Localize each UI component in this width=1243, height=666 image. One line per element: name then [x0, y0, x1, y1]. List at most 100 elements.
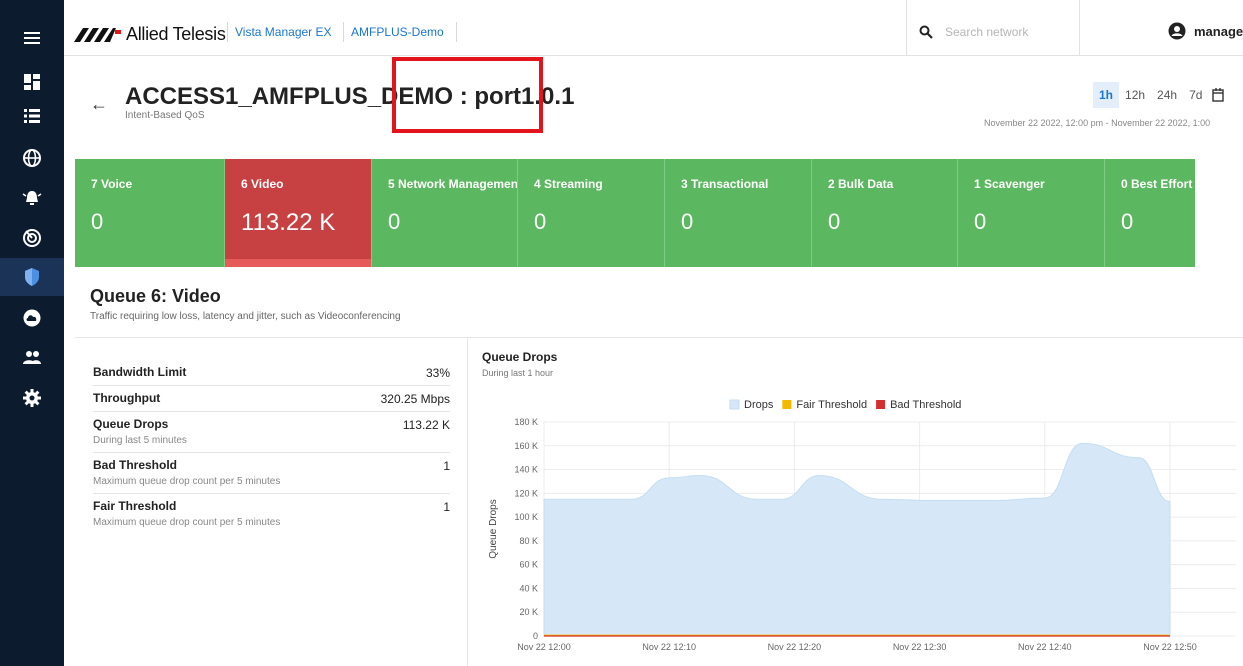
user-name: manager	[1194, 23, 1243, 39]
queue-name: 5 Network Management	[388, 177, 518, 191]
user-menu[interactable]: manager	[1168, 22, 1243, 40]
search-icon	[919, 25, 933, 39]
stat-queue-drops: Queue Drops During last 5 minutes 113.22…	[93, 412, 450, 453]
cloud-icon[interactable]	[20, 306, 44, 330]
users-icon[interactable]	[20, 346, 44, 370]
gear-icon[interactable]	[20, 386, 44, 410]
legend-label: Drops	[744, 399, 774, 411]
x-tick-label: Nov 22 12:50	[1143, 642, 1197, 652]
y-tick-label: 140 K	[514, 465, 538, 475]
time-range-selector: 1h 12h 24h 7d	[1093, 82, 1228, 108]
queue-tile-network-management[interactable]: 5 Network Management 0	[372, 159, 518, 267]
y-tick-label: 40 K	[519, 583, 538, 593]
divider	[456, 22, 457, 42]
queue-name: 7 Voice	[91, 177, 133, 191]
search-input[interactable]	[945, 25, 1095, 39]
search-box[interactable]	[919, 18, 1119, 46]
sidebar	[0, 0, 64, 666]
y-tick-label: 60 K	[519, 560, 538, 570]
x-tick-label: Nov 22 12:10	[642, 642, 696, 652]
list-icon[interactable]	[20, 104, 44, 128]
queue-section-title: Queue 6: Video	[90, 286, 221, 306]
time-range-12h[interactable]: 12h	[1119, 82, 1151, 108]
legend-swatch	[782, 400, 792, 409]
date-range-label: November 22 2022, 12:00 pm - November 22…	[984, 118, 1211, 128]
time-range-7d[interactable]: 7d	[1183, 82, 1208, 108]
stat-bad-threshold: Bad Threshold Maximum queue drop count p…	[93, 453, 450, 494]
allied-telesis-logo[interactable]: Allied Telesis	[74, 24, 226, 45]
queue-value: 113.22 K	[241, 209, 336, 236]
divider	[906, 0, 907, 56]
breadcrumb-network[interactable]: AMFPLUS-Demo	[351, 25, 444, 39]
divider	[1079, 0, 1080, 56]
legend-swatch	[876, 400, 886, 409]
stat-label: Queue Drops	[93, 417, 169, 431]
stat-label: Bandwidth Limit	[93, 365, 187, 379]
queue-tile-voice[interactable]: 7 Voice 0	[75, 159, 225, 267]
page-subtitle: Intent-Based QoS	[125, 110, 205, 121]
allied-telesis-logo-mark	[74, 27, 121, 42]
y-tick-label: 20 K	[519, 607, 538, 617]
queue-value: 0	[388, 209, 401, 234]
queue-value: 0	[534, 209, 547, 234]
stat-bandwidth-limit: Bandwidth Limit 33%	[93, 360, 450, 386]
divider	[467, 338, 468, 666]
series-drops-area	[543, 442, 1171, 637]
alarm-icon[interactable]	[20, 186, 44, 210]
queue-tile-best-effort[interactable]: 0 Best Effort 0	[1105, 159, 1195, 267]
chart-subtitle: During last 1 hour	[482, 368, 554, 378]
chart-title: Queue Drops	[482, 350, 558, 364]
y-tick-label: 80 K	[519, 536, 538, 546]
stat-sublabel: Maximum queue drop count per 5 minutes	[93, 517, 281, 528]
queue-tile-bulk-data[interactable]: 2 Bulk Data 0	[812, 159, 958, 267]
calendar-icon[interactable]	[1208, 82, 1228, 108]
queue-tile-video[interactable]: 6 Video 113.22 K	[225, 159, 372, 267]
stat-value: 33%	[425, 366, 450, 380]
y-tick-label: 160 K	[514, 441, 538, 451]
legend-label: Bad Threshold	[890, 399, 961, 411]
y-tick-label: 180 K	[514, 417, 538, 427]
queue-stats: Bandwidth Limit 33% Throughput 320.25 Mb…	[93, 360, 450, 534]
back-button[interactable]: ←	[90, 94, 108, 115]
queue-drops-chart: 0 20 K 40 K 60 K 80 K 100 K 120 K 140 K 160 K 180…	[488, 399, 1236, 652]
legend-label: Fair Threshold	[796, 399, 867, 411]
y-tick-label: 100 K	[514, 512, 538, 522]
stat-value: 320.25 Mbps	[380, 392, 450, 406]
time-range-1h[interactable]: 1h	[1093, 82, 1120, 108]
queue-section-description: Traffic requiring low loss, latency and …	[90, 311, 401, 322]
queue-tiles: 7 Voice 0 6 Video 113.22 K 5 Network Man…	[75, 159, 1243, 267]
stat-throughput: Throughput 320.25 Mbps	[93, 386, 450, 412]
queue-name: 2 Bulk Data	[828, 177, 894, 191]
queue-value: 0	[681, 209, 694, 234]
menu-icon[interactable]	[20, 26, 44, 50]
breadcrumb-app[interactable]: Vista Manager EX	[235, 25, 332, 39]
queue-name: 4 Streaming	[534, 177, 603, 191]
queue-name: 6 Video	[241, 177, 284, 191]
queue-section-header: Queue 6: Video Traffic requiring low los…	[90, 286, 401, 322]
x-tick-label: Nov 22 12:00	[517, 642, 571, 652]
x-tick-label: Nov 22 12:40	[1018, 642, 1072, 652]
time-range-24h[interactable]: 24h	[1151, 82, 1183, 108]
globe-icon[interactable]	[20, 146, 44, 170]
y-tick-label: 120 K	[514, 488, 538, 498]
queue-name: 0 Best Effort	[1121, 177, 1193, 191]
x-tick-label: Nov 22 12:20	[768, 642, 822, 652]
dashboard-icon[interactable]	[20, 70, 44, 94]
legend-swatch	[729, 399, 740, 410]
queue-tile-transactional[interactable]: 3 Transactional 0	[665, 159, 812, 267]
radar-icon[interactable]	[20, 226, 44, 250]
stat-value: 1	[443, 459, 450, 473]
top-bar: Allied Telesis Vista Manager EX AMFPLUS-…	[64, 0, 1243, 56]
shield-icon[interactable]	[20, 265, 44, 289]
queue-value: 0	[828, 209, 841, 234]
queue-tile-scavenger[interactable]: 1 Scavenger 0	[958, 159, 1105, 267]
stat-label: Fair Threshold	[93, 499, 177, 513]
queue-name: 3 Transactional	[681, 177, 769, 191]
queue-value: 0	[91, 209, 104, 234]
stat-fair-threshold: Fair Threshold Maximum queue drop count …	[93, 494, 450, 534]
stat-value: 1	[443, 500, 450, 514]
x-tick-label: Nov 22 12:30	[893, 642, 947, 652]
stat-label: Bad Threshold	[93, 458, 178, 472]
queue-tile-streaming[interactable]: 4 Streaming 0	[518, 159, 665, 267]
page-header: ← ACCESS1_AMFPLUS_DEMO : port1.0.1 Inten…	[64, 57, 1243, 142]
